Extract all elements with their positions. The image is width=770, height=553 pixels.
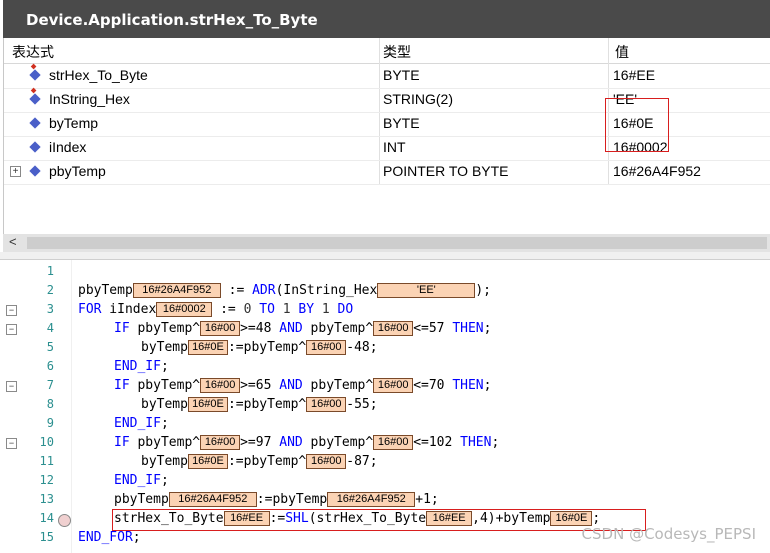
watch-type: STRING(2) bbox=[383, 91, 453, 107]
inline-value[interactable]: 16#00 bbox=[306, 454, 347, 469]
inline-value[interactable]: 16#26A4F952 bbox=[132, 283, 221, 298]
inline-value[interactable]: 16#00 bbox=[373, 321, 414, 336]
highlight-box bbox=[112, 509, 646, 531]
watermark: CSDN @Codesys_PEPSI bbox=[581, 525, 756, 543]
line-number: 1 bbox=[46, 264, 54, 278]
inline-value[interactable]: 16#00 bbox=[200, 435, 241, 450]
line-number: 6 bbox=[46, 359, 54, 373]
inline-value[interactable]: 'EE' bbox=[377, 283, 476, 298]
watch-expr: InString_Hex bbox=[49, 91, 130, 107]
line-number: 8 bbox=[46, 397, 54, 411]
scroll-left-icon[interactable]: < bbox=[9, 234, 17, 249]
inline-value[interactable]: 16#00 bbox=[373, 435, 414, 450]
watch-type: POINTER TO BYTE bbox=[383, 163, 509, 179]
inline-value[interactable]: 16#26A4F952 bbox=[327, 492, 416, 507]
line-number: 14 bbox=[39, 511, 54, 525]
output-variable-icon bbox=[29, 69, 41, 81]
input-variable-icon bbox=[29, 93, 41, 105]
code-line[interactable]: END_FOR; bbox=[78, 528, 141, 547]
header-value[interactable]: 值 bbox=[615, 42, 629, 62]
variable-icon bbox=[29, 117, 41, 129]
collapse-icon[interactable]: − bbox=[6, 324, 17, 335]
scrollbar-thumb[interactable] bbox=[27, 237, 767, 249]
inline-value[interactable]: 16#00 bbox=[200, 321, 241, 336]
line-number: 4 bbox=[46, 321, 54, 335]
watch-row[interactable]: strHex_To_Byte BYTE 16#EE bbox=[4, 64, 770, 89]
watch-expr: pbyTemp bbox=[49, 163, 106, 179]
expand-icon[interactable]: + bbox=[10, 166, 21, 177]
line-number: 13 bbox=[39, 492, 54, 506]
line-number: 12 bbox=[39, 473, 54, 487]
line-number: 10 bbox=[39, 435, 54, 449]
watch-type: INT bbox=[383, 139, 406, 155]
code-line[interactable]: byTemp 16#0E:=pbyTemp^ 16#00 -48; bbox=[141, 338, 378, 357]
code-line[interactable]: pbyTemp 16#26A4F952 := ADR(InString_Hex 'E… bbox=[78, 281, 491, 300]
watch-expr: iIndex bbox=[49, 139, 87, 155]
code-line[interactable]: byTemp 16#0E:=pbyTemp^ 16#00 -87; bbox=[141, 452, 378, 471]
code-line[interactable]: IF pbyTemp^ 16#00 >=65 AND pbyTemp^ 16#00 <=… bbox=[114, 376, 491, 395]
line-number: 3 bbox=[46, 302, 54, 316]
line-number: 7 bbox=[46, 378, 54, 392]
line-number: 9 bbox=[46, 416, 54, 430]
code-line[interactable]: byTemp 16#0E:=pbyTemp^ 16#00 -55; bbox=[141, 395, 378, 414]
window-title: Device.Application.strHex_To_Byte bbox=[26, 11, 318, 29]
inline-value[interactable]: 16#0E bbox=[187, 454, 228, 469]
horizontal-scrollbar[interactable]: < bbox=[3, 234, 770, 252]
watch-table: 表达式 类型 值 strHex_To_Byte BYTE 16#EE InStr… bbox=[3, 38, 770, 234]
code-line[interactable]: pbyTemp 16#26A4F952:=pbyTemp 16#26A4F952 +1… bbox=[114, 490, 439, 509]
window-title-bar: Device.Application.strHex_To_Byte bbox=[3, 0, 770, 38]
variable-icon bbox=[29, 141, 41, 153]
inline-value[interactable]: 16#26A4F952 bbox=[168, 492, 257, 507]
watch-expr: byTemp bbox=[49, 115, 99, 131]
collapse-icon[interactable]: − bbox=[6, 305, 17, 316]
line-number: 5 bbox=[46, 340, 54, 354]
line-number: 15 bbox=[39, 530, 54, 544]
watch-value[interactable]: 16#26A4F952 bbox=[613, 163, 701, 179]
watch-header: 表达式 类型 值 bbox=[4, 38, 770, 64]
gutter-divider bbox=[71, 260, 72, 553]
watch-expr: strHex_To_Byte bbox=[49, 67, 148, 83]
inline-value[interactable]: 16#00 bbox=[306, 397, 347, 412]
code-line[interactable]: END_IF; bbox=[114, 414, 169, 433]
inline-value[interactable]: 16#00 bbox=[373, 378, 414, 393]
header-type[interactable]: 类型 bbox=[383, 42, 411, 62]
line-number: 2 bbox=[46, 283, 54, 297]
header-expression[interactable]: 表达式 bbox=[12, 42, 54, 62]
variable-icon bbox=[29, 165, 41, 177]
code-line[interactable]: IF pbyTemp^ 16#00 >=48 AND pbyTemp^ 16#00 <=… bbox=[114, 319, 491, 338]
code-line[interactable]: END_IF; bbox=[114, 471, 169, 490]
breakpoint-icon[interactable] bbox=[58, 514, 71, 527]
inline-value[interactable]: 16#00 bbox=[200, 378, 241, 393]
code-line[interactable]: END_IF; bbox=[114, 357, 169, 376]
collapse-icon[interactable]: − bbox=[6, 381, 17, 392]
code-line[interactable]: IF pbyTemp^ 16#00 >=97 AND pbyTemp^ 16#00 <=… bbox=[114, 433, 499, 452]
inline-value[interactable]: 16#0002 bbox=[156, 302, 213, 317]
line-number: 11 bbox=[39, 454, 54, 468]
highlight-box bbox=[605, 98, 669, 152]
collapse-icon[interactable]: − bbox=[6, 438, 17, 449]
watch-type: BYTE bbox=[383, 67, 420, 83]
inline-value[interactable]: 16#0E bbox=[187, 340, 228, 355]
inline-value[interactable]: 16#0E bbox=[187, 397, 228, 412]
pane-splitter[interactable] bbox=[0, 252, 770, 260]
watch-type: BYTE bbox=[383, 115, 420, 131]
code-line[interactable]: FOR iIndex 16#0002 := 0 TO 1 BY 1 DO bbox=[78, 300, 353, 319]
watch-value[interactable]: 16#EE bbox=[613, 67, 655, 83]
watch-row[interactable]: + pbyTemp POINTER TO BYTE 16#26A4F952 bbox=[4, 160, 770, 185]
inline-value[interactable]: 16#00 bbox=[306, 340, 347, 355]
